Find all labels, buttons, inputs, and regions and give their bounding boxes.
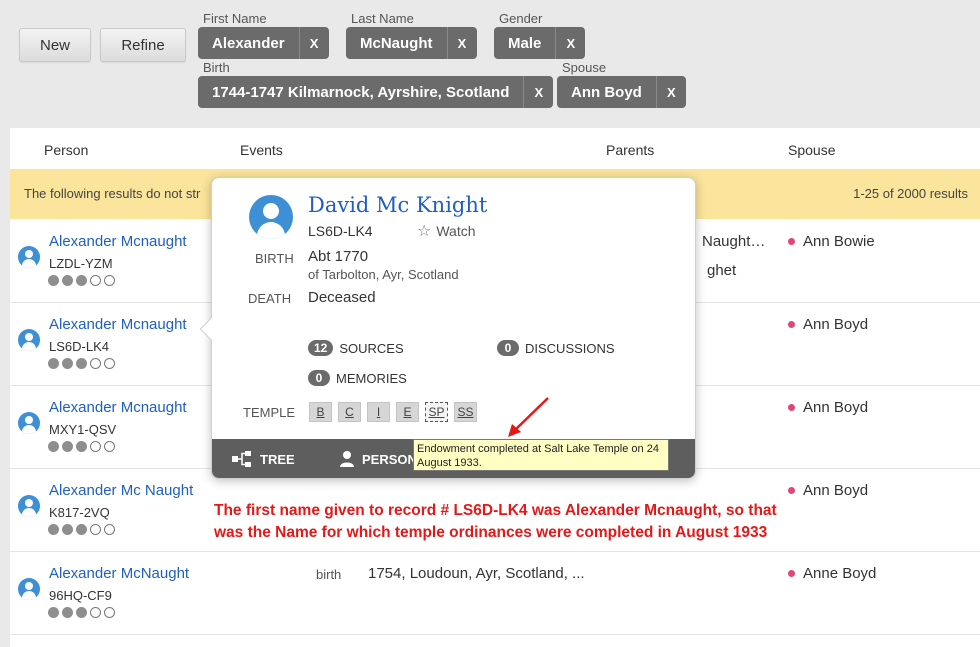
gender-value: Male bbox=[508, 34, 542, 52]
parents-text: Naught… bbox=[702, 233, 766, 250]
birth-place: of Tarbolton, Ayr, Scotland bbox=[308, 267, 459, 282]
star-icon: ☆ bbox=[417, 223, 432, 240]
discussions-label: DISCUSSIONS bbox=[525, 340, 615, 356]
last-name-value: McNaught bbox=[360, 34, 433, 52]
spouse-name: Ann Boyd bbox=[788, 482, 868, 499]
ordinance-sealing-to-parents[interactable]: SP bbox=[425, 402, 448, 422]
spouse-chip: Ann Boyd X bbox=[557, 76, 686, 108]
birth-date: Abt 1770 bbox=[308, 248, 369, 265]
results-count: 1-25 of 2000 results bbox=[853, 186, 968, 201]
ordinance-baptism[interactable]: B bbox=[309, 402, 332, 422]
annotation-line-2: was the Name for which temple ordinances… bbox=[214, 524, 768, 541]
refine-button[interactable]: Refine bbox=[100, 28, 186, 62]
person-id: LS6D-LK4 bbox=[49, 339, 109, 354]
column-spouse: Spouse bbox=[788, 142, 836, 158]
person-name-link[interactable]: Alexander Mc Naught bbox=[49, 482, 193, 499]
person-icon bbox=[18, 329, 40, 351]
person-id: LZDL-YZM bbox=[49, 256, 113, 271]
sources-count: 12 bbox=[308, 340, 334, 356]
memories-count: 0 bbox=[308, 370, 330, 386]
death-value: Deceased bbox=[308, 289, 376, 306]
birth-value: 1744-1747 Kilmarnock, Ayrshire, Scotland bbox=[212, 83, 510, 101]
event-value: 1754, Loudoun, Ayr, Scotland, ... bbox=[368, 565, 585, 582]
parents-text: ghet bbox=[707, 262, 737, 279]
remove-gender-button[interactable]: X bbox=[555, 27, 585, 59]
person-name-link[interactable]: Alexander Mcnaught bbox=[49, 233, 187, 250]
death-label: DEATH bbox=[248, 291, 292, 306]
event-label: birth bbox=[316, 567, 342, 582]
column-parents: Parents bbox=[606, 142, 655, 158]
record-quality-dots bbox=[48, 524, 115, 535]
person-id: K817-2VQ bbox=[49, 505, 110, 520]
person-summary-card: David Mc Knight LS6D-LK4 ☆ Watch BIRTH A… bbox=[199, 177, 696, 479]
person-icon bbox=[18, 578, 40, 600]
ordinance-sealing-to-spouse[interactable]: SS bbox=[454, 402, 477, 422]
person-name-link[interactable]: Alexander Mcnaught bbox=[49, 399, 187, 416]
tree-button[interactable]: TREE bbox=[232, 451, 295, 467]
discussions-link[interactable]: 0 DISCUSSIONS bbox=[497, 340, 615, 356]
person-icon bbox=[18, 412, 40, 434]
annotation-text: The first name given to record # LS6D-LK… bbox=[214, 500, 777, 544]
remove-birth-button[interactable]: X bbox=[523, 76, 553, 108]
last-name-chip: McNaught X bbox=[346, 27, 477, 59]
person-button[interactable]: PERSON bbox=[340, 451, 417, 467]
sources-link[interactable]: 12 SOURCES bbox=[308, 340, 404, 356]
annotation-line-1: The first name given to record # LS6D-LK… bbox=[214, 502, 777, 519]
spouse-value: Ann Boyd bbox=[571, 83, 642, 101]
spouse-name: Ann Boyd bbox=[788, 316, 868, 333]
tree-icon bbox=[232, 451, 251, 467]
column-person: Person bbox=[44, 142, 89, 158]
spouse-name: Ann Boyd bbox=[788, 399, 868, 416]
record-quality-dots bbox=[48, 358, 115, 369]
ordinance-endowment[interactable]: E bbox=[396, 402, 419, 422]
result-row[interactable]: Alexander McNaught 96HQ-CF9 birth 1754, … bbox=[10, 552, 980, 635]
person-icon bbox=[18, 495, 40, 517]
record-quality-dots bbox=[48, 607, 115, 618]
birth-label: Birth bbox=[203, 60, 230, 75]
record-quality-dots bbox=[48, 441, 115, 452]
temple-ordinances: B C I E SP SS bbox=[309, 402, 477, 422]
record-quality-dots bbox=[48, 275, 115, 286]
new-button[interactable]: New bbox=[19, 28, 91, 62]
person-id: 96HQ-CF9 bbox=[49, 588, 112, 603]
person-icon bbox=[249, 195, 293, 239]
watch-button[interactable]: ☆ Watch bbox=[417, 221, 476, 241]
first-name-value: Alexander bbox=[212, 34, 285, 52]
sources-label: SOURCES bbox=[339, 340, 404, 356]
remove-spouse-button[interactable]: X bbox=[655, 76, 686, 108]
person-id: MXY1-QSV bbox=[49, 422, 117, 437]
first-name-chip: Alexander X bbox=[198, 27, 329, 59]
endowment-tooltip: Endowment completed at Salt Lake Temple … bbox=[413, 439, 669, 471]
card-person-id: LS6D-LK4 bbox=[308, 223, 373, 239]
ordinance-initiatory[interactable]: I bbox=[367, 402, 390, 422]
memories-label: MEMORIES bbox=[336, 370, 407, 386]
gender-chip: Male X bbox=[494, 27, 586, 59]
last-name-label: Last Name bbox=[351, 11, 414, 26]
person-name-link[interactable]: Alexander McNaught bbox=[49, 565, 189, 582]
remove-first-name-button[interactable]: X bbox=[298, 27, 329, 59]
person-name-link[interactable]: Alexander Mcnaught bbox=[49, 316, 187, 333]
ordinance-confirmation[interactable]: C bbox=[338, 402, 361, 422]
card-person-name[interactable]: David Mc Knight bbox=[308, 193, 487, 217]
birth-chip: 1744-1747 Kilmarnock, Ayrshire, Scotland… bbox=[198, 76, 554, 108]
column-events: Events bbox=[240, 142, 283, 158]
spouse-name: Anne Boyd bbox=[788, 565, 876, 582]
remove-last-name-button[interactable]: X bbox=[446, 27, 477, 59]
person-label: PERSON bbox=[362, 451, 417, 467]
spouse-name: Ann Bowie bbox=[788, 233, 875, 250]
spouse-label: Spouse bbox=[562, 60, 607, 75]
memories-link[interactable]: 0 MEMORIES bbox=[308, 370, 407, 386]
gender-label: Gender bbox=[499, 11, 543, 26]
person-icon bbox=[340, 451, 354, 467]
temple-label: TEMPLE bbox=[243, 405, 296, 420]
person-icon bbox=[18, 246, 40, 268]
notice-text: The following results do not str bbox=[24, 186, 201, 201]
birth-label: BIRTH bbox=[255, 251, 294, 266]
watch-label: Watch bbox=[436, 223, 476, 239]
first-name-label: First Name bbox=[203, 11, 267, 26]
tree-label: TREE bbox=[260, 451, 295, 467]
discussions-count: 0 bbox=[497, 340, 519, 356]
